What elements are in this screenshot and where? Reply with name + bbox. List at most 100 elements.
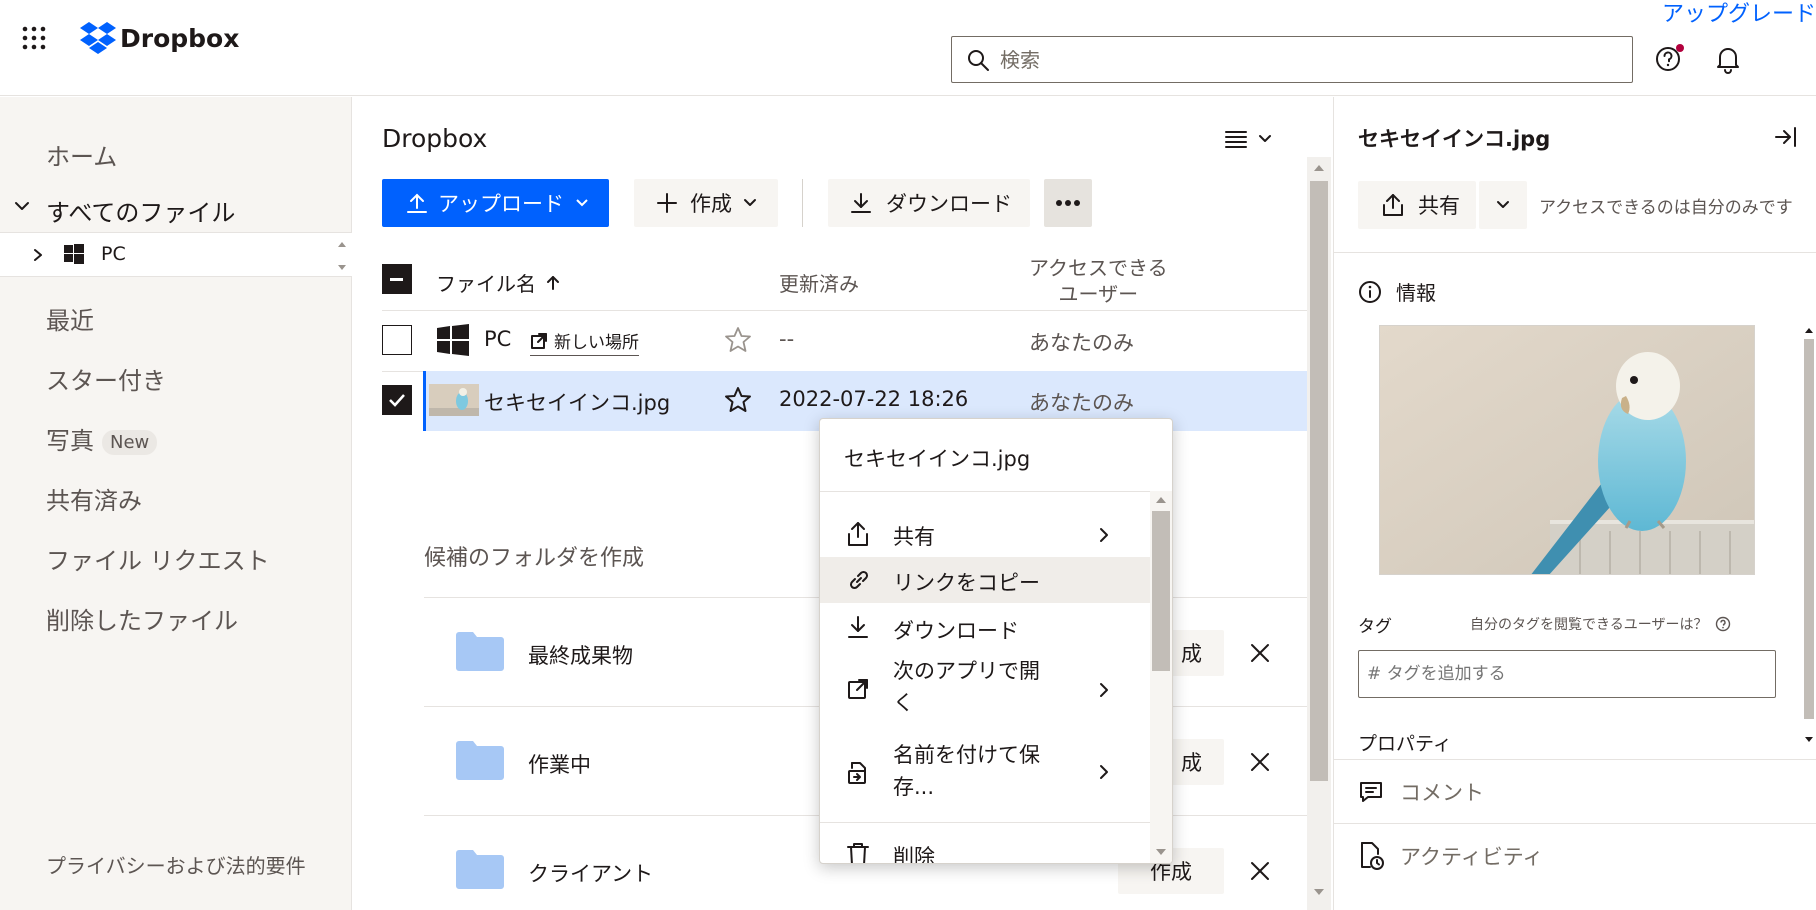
sidebar-item-label: 写真 xyxy=(46,427,94,455)
windows-icon xyxy=(64,244,84,264)
share-button[interactable]: 共有 xyxy=(1358,181,1476,229)
row-checkbox-checked[interactable] xyxy=(382,385,412,415)
column-header-access-line1: アクセスできる xyxy=(1029,256,1168,280)
sidebar-item-all-files[interactable]: すべてのファイル xyxy=(46,193,235,228)
select-all-checkbox[interactable] xyxy=(382,264,412,294)
top-bar: Dropbox アップグレード xyxy=(0,0,1816,96)
windows-icon xyxy=(437,324,469,356)
star-outline-icon[interactable] xyxy=(724,326,752,354)
scrollbar-thumb[interactable] xyxy=(1310,181,1328,781)
scroll-down-arrow[interactable] xyxy=(1155,847,1167,857)
share-options-button[interactable] xyxy=(1479,181,1527,229)
scroll-down-arrow[interactable] xyxy=(1804,735,1814,745)
menu-item-share[interactable]: 共有 xyxy=(820,511,1150,555)
menu-item-download[interactable]: ダウンロード xyxy=(820,605,1150,649)
activity-label: アクティビティ xyxy=(1400,845,1544,869)
menu-item-copy-link[interactable]: リンクをコピー xyxy=(820,557,1150,603)
save-as-icon xyxy=(848,762,866,784)
create-button[interactable]: 作成 xyxy=(634,179,778,227)
chevron-right-icon[interactable] xyxy=(32,248,44,262)
menu-item-label: 削除 xyxy=(893,845,935,864)
sidebar-item-file-requests[interactable]: ファイル リクエスト xyxy=(46,541,270,576)
star-outline-icon[interactable] xyxy=(724,386,752,414)
help-icon[interactable] xyxy=(1654,44,1684,74)
trash-icon xyxy=(847,843,869,863)
column-header-access[interactable]: アクセスできる ユーザー xyxy=(1029,255,1168,307)
privacy-legal-link[interactable]: プライバシーおよび法的要件 xyxy=(46,851,316,881)
scrollbar-thumb[interactable] xyxy=(1804,339,1814,719)
sidebar-item-photos[interactable]: 写真 New xyxy=(46,421,158,456)
dismiss-close-icon[interactable] xyxy=(1249,642,1271,664)
divider xyxy=(1334,823,1816,824)
column-header-modified[interactable]: 更新済み xyxy=(779,268,859,297)
sidebar-item-home[interactable]: ホーム xyxy=(46,137,117,172)
row-checkbox[interactable] xyxy=(382,325,412,355)
chevron-down-icon[interactable] xyxy=(13,197,31,215)
dismiss-close-icon[interactable] xyxy=(1249,860,1271,882)
more-actions-button[interactable] xyxy=(1044,179,1092,227)
new-location-tag[interactable]: 新しい場所 xyxy=(530,328,639,356)
chevron-down-icon xyxy=(744,199,756,206)
share-icon xyxy=(1383,194,1403,216)
menu-item-delete[interactable]: 削除 xyxy=(820,833,1150,864)
help-circle-icon xyxy=(1716,616,1731,632)
scroll-up-arrow[interactable] xyxy=(1313,163,1325,173)
scrollbar-thumb[interactable] xyxy=(1152,511,1170,671)
external-link-icon xyxy=(531,332,547,349)
menu-item-label: リンクをコピー xyxy=(893,571,1040,595)
comment-tab[interactable]: コメント xyxy=(1358,777,1484,807)
search-icon xyxy=(968,50,989,71)
view-toggle-button[interactable] xyxy=(1225,129,1273,149)
folder-icon xyxy=(456,850,504,889)
menu-item-label: 共有 xyxy=(893,525,935,549)
dropbox-logo-icon xyxy=(80,22,116,54)
download-label: ダウンロード xyxy=(886,192,1012,216)
folder-icon xyxy=(456,741,504,780)
main-scrollbar[interactable] xyxy=(1307,157,1331,910)
download-button[interactable]: ダウンロード xyxy=(828,179,1030,227)
sidebar-tree-item-pc[interactable]: PC xyxy=(0,232,352,277)
panel-scrollbar[interactable] xyxy=(1801,325,1816,749)
tag-input[interactable] xyxy=(1358,650,1776,698)
scroll-up-arrow[interactable] xyxy=(1155,495,1167,505)
scroll-up-arrow[interactable] xyxy=(1804,325,1814,335)
menu-item-label-line1: 名前を付けて保 xyxy=(893,743,1040,767)
context-menu: セキセイインコ.jpg 共有 リンクをコピー ダウンロード 次のアプリで開 く … xyxy=(819,418,1173,864)
file-thumbnail xyxy=(429,384,479,416)
menu-item-save-as[interactable]: 名前を付けて保 存... xyxy=(820,731,1150,813)
upload-icon xyxy=(407,193,427,213)
app-grid-icon[interactable] xyxy=(22,26,46,50)
collapse-panel-icon[interactable] xyxy=(1774,125,1798,149)
table-row[interactable]: PC 新しい場所 -- あなたのみ xyxy=(382,311,1307,371)
sidebar-item-starred[interactable]: スター付き xyxy=(46,361,166,396)
sidebar-item-shared[interactable]: 共有済み xyxy=(46,481,142,516)
menu-scrollbar[interactable] xyxy=(1150,491,1172,863)
search-box[interactable] xyxy=(951,36,1633,83)
scroll-down-arrow[interactable] xyxy=(1313,887,1325,897)
tree-scroll-arrows[interactable] xyxy=(336,239,348,273)
tags-help-link[interactable]: 自分のタグを閲覧できるユーザーは？ xyxy=(1470,614,1731,634)
tags-label: タグ xyxy=(1358,617,1392,637)
menu-item-label: ダウンロード xyxy=(893,619,1019,643)
notifications-bell-icon[interactable] xyxy=(1714,44,1742,74)
image-preview[interactable] xyxy=(1379,325,1755,575)
upgrade-link[interactable]: アップグレード xyxy=(1662,0,1816,28)
upload-button[interactable]: アップロード xyxy=(382,179,609,227)
suggested-folders-heading: 候補のフォルダを作成 xyxy=(424,546,645,571)
file-name[interactable]: PC xyxy=(484,327,511,351)
menu-item-open-in-app[interactable]: 次のアプリで開 く xyxy=(820,651,1150,729)
chevron-right-icon xyxy=(1100,683,1108,697)
new-location-label: 新しい場所 xyxy=(554,333,639,353)
sidebar-item-deleted-files[interactable]: 削除したファイル xyxy=(46,601,238,636)
file-name[interactable]: セキセイインコ.jpg xyxy=(484,387,670,417)
activity-tab[interactable]: アクティビティ xyxy=(1358,841,1543,871)
dropbox-logo[interactable]: Dropbox xyxy=(80,22,239,54)
activity-file-clock-icon xyxy=(1361,842,1384,870)
dismiss-close-icon[interactable] xyxy=(1249,751,1271,773)
create-label: 作成 xyxy=(690,192,732,216)
divider xyxy=(820,822,1150,823)
toolbar-divider xyxy=(802,179,803,227)
search-input[interactable] xyxy=(1000,43,1600,77)
column-header-name[interactable]: ファイル名 xyxy=(436,268,560,297)
sidebar-item-recent[interactable]: 最近 xyxy=(46,301,94,336)
